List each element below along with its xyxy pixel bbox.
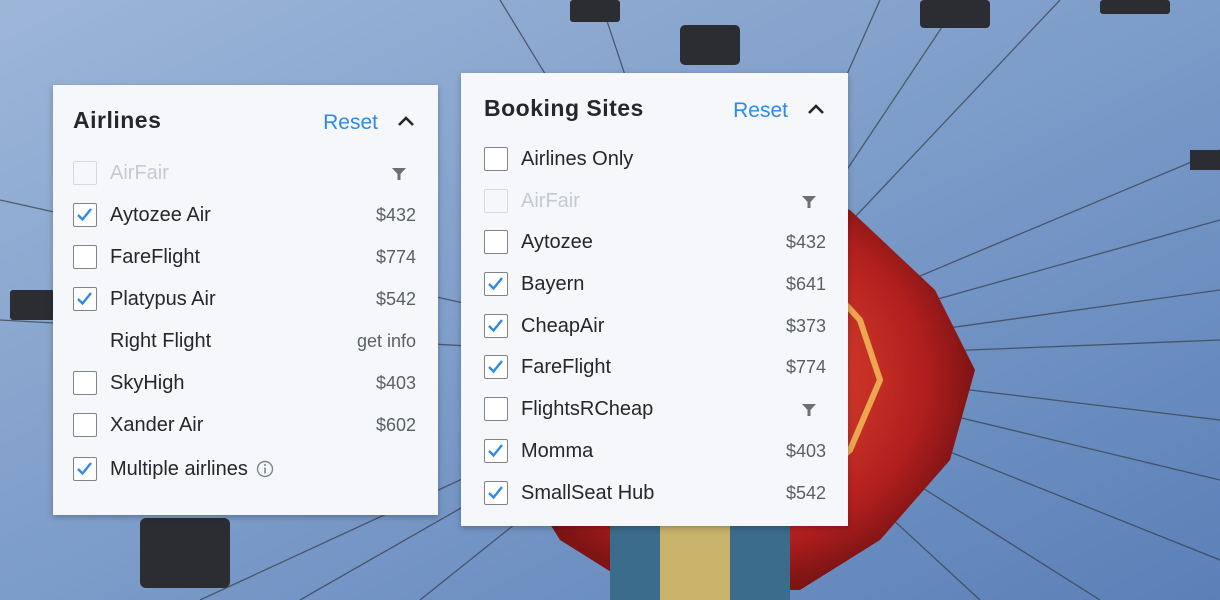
booking-reset-link[interactable]: Reset [733, 99, 788, 123]
chevron-up-icon[interactable] [806, 102, 826, 116]
site-price: $373 [785, 315, 826, 336]
airline-price: $542 [375, 289, 416, 309]
site-price: $542 [785, 482, 826, 503]
site-checkbox-airlines-only[interactable] [484, 147, 508, 171]
booking-sites-filter-panel: Booking Sites Reset Airlines Only AirFai… [461, 73, 848, 526]
site-checkbox-smallseat-hub[interactable] [484, 480, 508, 505]
site-label: SmallSeat Hub [521, 481, 655, 504]
site-checkbox-bayern[interactable] [484, 272, 508, 297]
booking-panel-title: Booking Sites [484, 95, 644, 121]
airline-label: Multiple airlines [110, 458, 248, 480]
site-row-flightsrcheap: FlightsRCheap [484, 389, 826, 431]
airline-checkbox-xander-air[interactable] [73, 413, 97, 437]
check-icon [77, 292, 92, 306]
airline-label: SkyHigh [110, 372, 185, 394]
airline-checkbox-airfair [73, 161, 97, 185]
airline-row-airfair: AirFair [73, 153, 416, 195]
site-label: CheapAir [521, 314, 605, 337]
airline-price: $602 [375, 415, 416, 435]
airline-label: AirFair [110, 162, 169, 184]
site-label: Airlines Only [521, 148, 634, 170]
site-checkbox-aytozee[interactable] [484, 230, 508, 255]
site-row-airlines-only: Airlines Only [484, 139, 826, 181]
chevron-up-icon[interactable] [396, 114, 416, 128]
site-row-cheapair: CheapAir $373 [484, 306, 826, 348]
airlines-reset-link[interactable]: Reset [323, 111, 378, 135]
site-label: FlightsRCheap [521, 398, 654, 421]
airline-row-xander-air: Xander Air $602 [73, 405, 416, 447]
site-row-bayern: Bayern $641 [484, 264, 826, 306]
check-icon [488, 360, 503, 374]
filter-icon [392, 168, 406, 180]
site-label: Momma [521, 439, 594, 462]
airline-label: Aytozee Air [110, 204, 211, 226]
site-price: $641 [785, 274, 826, 295]
filter-icon [802, 404, 816, 417]
airline-label-wrap: Multiple airlines [110, 458, 274, 481]
airline-row-skyhigh: SkyHigh $403 [73, 363, 416, 405]
filter-icon [802, 195, 816, 208]
site-checkbox-flightsrcheap[interactable] [484, 397, 508, 422]
site-checkbox-momma[interactable] [484, 438, 508, 463]
airlines-filter-panel: Airlines Reset AirFair Aytozee Air $432 … [53, 85, 438, 515]
site-price: $432 [785, 232, 826, 253]
check-icon [488, 485, 503, 499]
check-icon [488, 318, 503, 333]
airline-checkbox-multiple-airlines[interactable] [73, 457, 97, 481]
site-row-fareflight: FareFlight $774 [484, 347, 826, 389]
airline-label: Right Flight [110, 330, 212, 352]
airline-row-right-flight: Right Flight get info [73, 321, 416, 363]
airlines-panel-header: Airlines Reset [73, 101, 416, 143]
site-checkbox-fareflight[interactable] [484, 355, 508, 380]
airline-price: $774 [375, 247, 416, 267]
site-price: $403 [785, 440, 826, 461]
site-checkbox-airfair [484, 188, 508, 213]
site-label: AirFair [521, 189, 580, 212]
check-icon [488, 444, 503, 458]
airline-checkbox-skyhigh[interactable] [73, 371, 97, 395]
airline-label: Platypus Air [110, 288, 216, 310]
airline-row-aytozee-air: Aytozee Air $432 [73, 195, 416, 237]
airline-checkbox-platypus-air[interactable] [73, 287, 97, 311]
airlines-panel-title: Airlines [73, 107, 162, 133]
check-icon [77, 208, 92, 222]
site-label: Aytozee [521, 231, 593, 254]
airline-label: FareFlight [110, 246, 201, 268]
airline-price: $403 [375, 373, 416, 393]
site-row-aytozee: Aytozee $432 [484, 222, 826, 264]
site-row-smallseat-hub: SmallSeat Hub $542 [484, 473, 826, 515]
site-row-momma: Momma $403 [484, 431, 826, 473]
site-row-airfair: AirFair [484, 181, 826, 223]
get-info-link[interactable]: get info [357, 331, 416, 352]
airline-price: $432 [375, 205, 416, 225]
airline-checkbox-fareflight[interactable] [73, 245, 97, 269]
airline-label: Xander Air [110, 414, 204, 436]
check-icon [77, 462, 92, 476]
site-checkbox-cheapair[interactable] [484, 313, 508, 338]
booking-panel-header: Booking Sites Reset [484, 89, 826, 131]
site-label: FareFlight [521, 356, 612, 379]
info-icon[interactable] [256, 460, 274, 478]
site-label: Bayern [521, 273, 585, 296]
check-icon [488, 277, 503, 291]
airline-row-platypus-air: Platypus Air $542 [73, 279, 416, 321]
airline-checkbox-aytozee-air[interactable] [73, 203, 97, 227]
airline-row-fareflight: FareFlight $774 [73, 237, 416, 279]
airline-row-multiple-airlines: Multiple airlines [73, 447, 416, 493]
site-price: $774 [785, 357, 826, 378]
